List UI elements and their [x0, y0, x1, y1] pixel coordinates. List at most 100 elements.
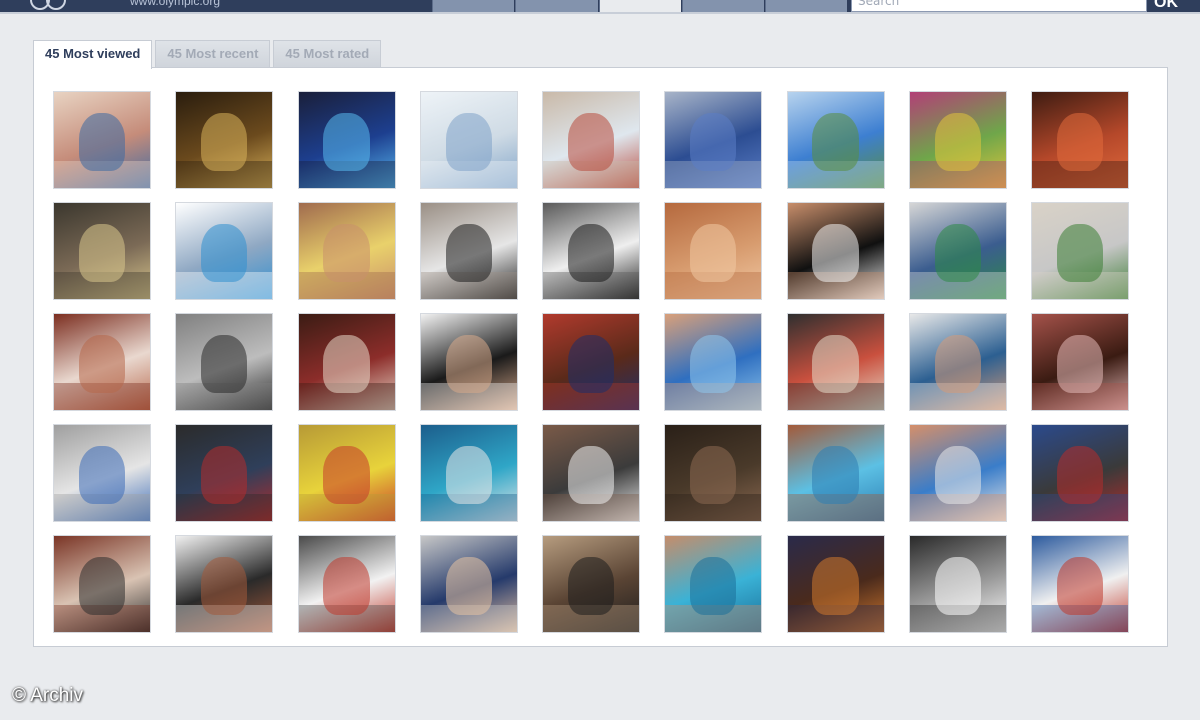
photo-thumbnail[interactable]: [665, 536, 762, 632]
photo-thumbnail[interactable]: [665, 314, 762, 410]
photo-subject: [323, 446, 370, 504]
photo-subject: [690, 224, 737, 282]
photo-subject: [78, 557, 126, 615]
photo-subject: [201, 113, 248, 171]
nav-tab-active[interactable]: [599, 0, 681, 12]
photo-thumbnail[interactable]: [176, 314, 273, 410]
thumbnail-grid: [54, 92, 1128, 632]
image-credit: © Archiv: [12, 685, 84, 706]
photo-subject: [323, 113, 370, 171]
photo-thumbnail[interactable]: [176, 536, 273, 632]
photo-thumbnail[interactable]: [420, 203, 517, 299]
photo-subject: [812, 224, 859, 282]
photo-subject: [78, 224, 126, 282]
olympic-rings-logo[interactable]: [30, 0, 90, 10]
photo-subject: [1056, 224, 1104, 282]
photo-thumbnail[interactable]: [909, 314, 1006, 410]
photo-subject: [1056, 446, 1104, 504]
gallery-tabs: 45 Most viewed 45 Most recent 45 Most ra…: [33, 40, 384, 69]
photo-subject: [78, 446, 126, 504]
photo-subject: [323, 335, 370, 393]
photo-subject: [78, 113, 126, 171]
photo-thumbnail[interactable]: [298, 314, 395, 410]
photo-subject: [567, 446, 615, 504]
photo-thumbnail[interactable]: [665, 203, 762, 299]
gallery-panel: [33, 67, 1168, 647]
search-input[interactable]: Search: [851, 0, 1147, 12]
site-url[interactable]: www.olympic.org: [130, 0, 220, 8]
photo-thumbnail[interactable]: [54, 425, 150, 521]
photo-thumbnail[interactable]: [176, 92, 273, 188]
nav-tab[interactable]: [432, 0, 514, 12]
tab-most-rated[interactable]: 45 Most rated: [273, 40, 382, 68]
photo-thumbnail[interactable]: [787, 314, 884, 410]
photo-subject: [690, 335, 737, 393]
photo-subject: [323, 224, 370, 282]
photo-subject: [567, 557, 615, 615]
nav-tab[interactable]: [682, 0, 764, 12]
photo-thumbnail[interactable]: [54, 536, 150, 632]
photo-thumbnail[interactable]: [1032, 203, 1128, 299]
photo-thumbnail[interactable]: [909, 92, 1006, 188]
photo-subject: [567, 113, 615, 171]
photo-subject: [1056, 557, 1104, 615]
ok-button[interactable]: OK: [1154, 0, 1178, 12]
photo-subject: [567, 335, 615, 393]
photo-thumbnail[interactable]: [1032, 314, 1128, 410]
photo-subject: [201, 446, 248, 504]
photo-subject: [445, 557, 492, 615]
photo-thumbnail[interactable]: [54, 92, 150, 188]
photo-thumbnail[interactable]: [176, 425, 273, 521]
nav-tab[interactable]: [515, 0, 598, 12]
photo-thumbnail[interactable]: [543, 203, 639, 299]
photo-thumbnail[interactable]: [298, 536, 395, 632]
photo-subject: [690, 557, 737, 615]
photo-thumbnail[interactable]: [665, 92, 762, 188]
photo-thumbnail[interactable]: [1032, 92, 1128, 188]
photo-thumbnail[interactable]: [787, 425, 884, 521]
photo-thumbnail[interactable]: [909, 425, 1006, 521]
photo-thumbnail[interactable]: [543, 536, 639, 632]
photo-thumbnail[interactable]: [298, 203, 395, 299]
photo-thumbnail[interactable]: [787, 92, 884, 188]
photo-subject: [934, 224, 981, 282]
photo-thumbnail[interactable]: [1032, 425, 1128, 521]
photo-thumbnail[interactable]: [298, 425, 395, 521]
photo-thumbnail[interactable]: [665, 425, 762, 521]
photo-subject: [812, 446, 859, 504]
photo-thumbnail[interactable]: [420, 536, 517, 632]
photo-subject: [201, 335, 248, 393]
photo-subject: [812, 557, 859, 615]
photo-thumbnail[interactable]: [787, 203, 884, 299]
photo-subject: [323, 557, 370, 615]
nav-tab[interactable]: [765, 0, 847, 12]
photo-subject: [445, 113, 492, 171]
photo-subject: [934, 557, 981, 615]
photo-thumbnail[interactable]: [298, 92, 395, 188]
photo-thumbnail[interactable]: [54, 314, 150, 410]
photo-subject: [812, 335, 859, 393]
photo-thumbnail[interactable]: [420, 314, 517, 410]
photo-subject: [934, 335, 981, 393]
photo-subject: [934, 113, 981, 171]
photo-subject: [1056, 335, 1104, 393]
photo-thumbnail[interactable]: [543, 92, 639, 188]
photo-thumbnail[interactable]: [909, 203, 1006, 299]
photo-thumbnail[interactable]: [909, 536, 1006, 632]
tab-most-recent[interactable]: 45 Most recent: [155, 40, 271, 68]
photo-thumbnail[interactable]: [420, 92, 517, 188]
photo-subject: [201, 224, 248, 282]
photo-thumbnail[interactable]: [543, 314, 639, 410]
photo-thumbnail[interactable]: [787, 536, 884, 632]
photo-subject: [812, 113, 859, 171]
photo-subject: [690, 446, 737, 504]
photo-thumbnail[interactable]: [543, 425, 639, 521]
tab-most-viewed[interactable]: 45 Most viewed: [33, 40, 153, 69]
photo-subject: [78, 335, 126, 393]
photo-thumbnail[interactable]: [176, 203, 273, 299]
photo-thumbnail[interactable]: [1032, 536, 1128, 632]
photo-thumbnail[interactable]: [420, 425, 517, 521]
photo-subject: [567, 224, 615, 282]
photo-thumbnail[interactable]: [54, 203, 150, 299]
ring-icon: [46, 0, 66, 10]
